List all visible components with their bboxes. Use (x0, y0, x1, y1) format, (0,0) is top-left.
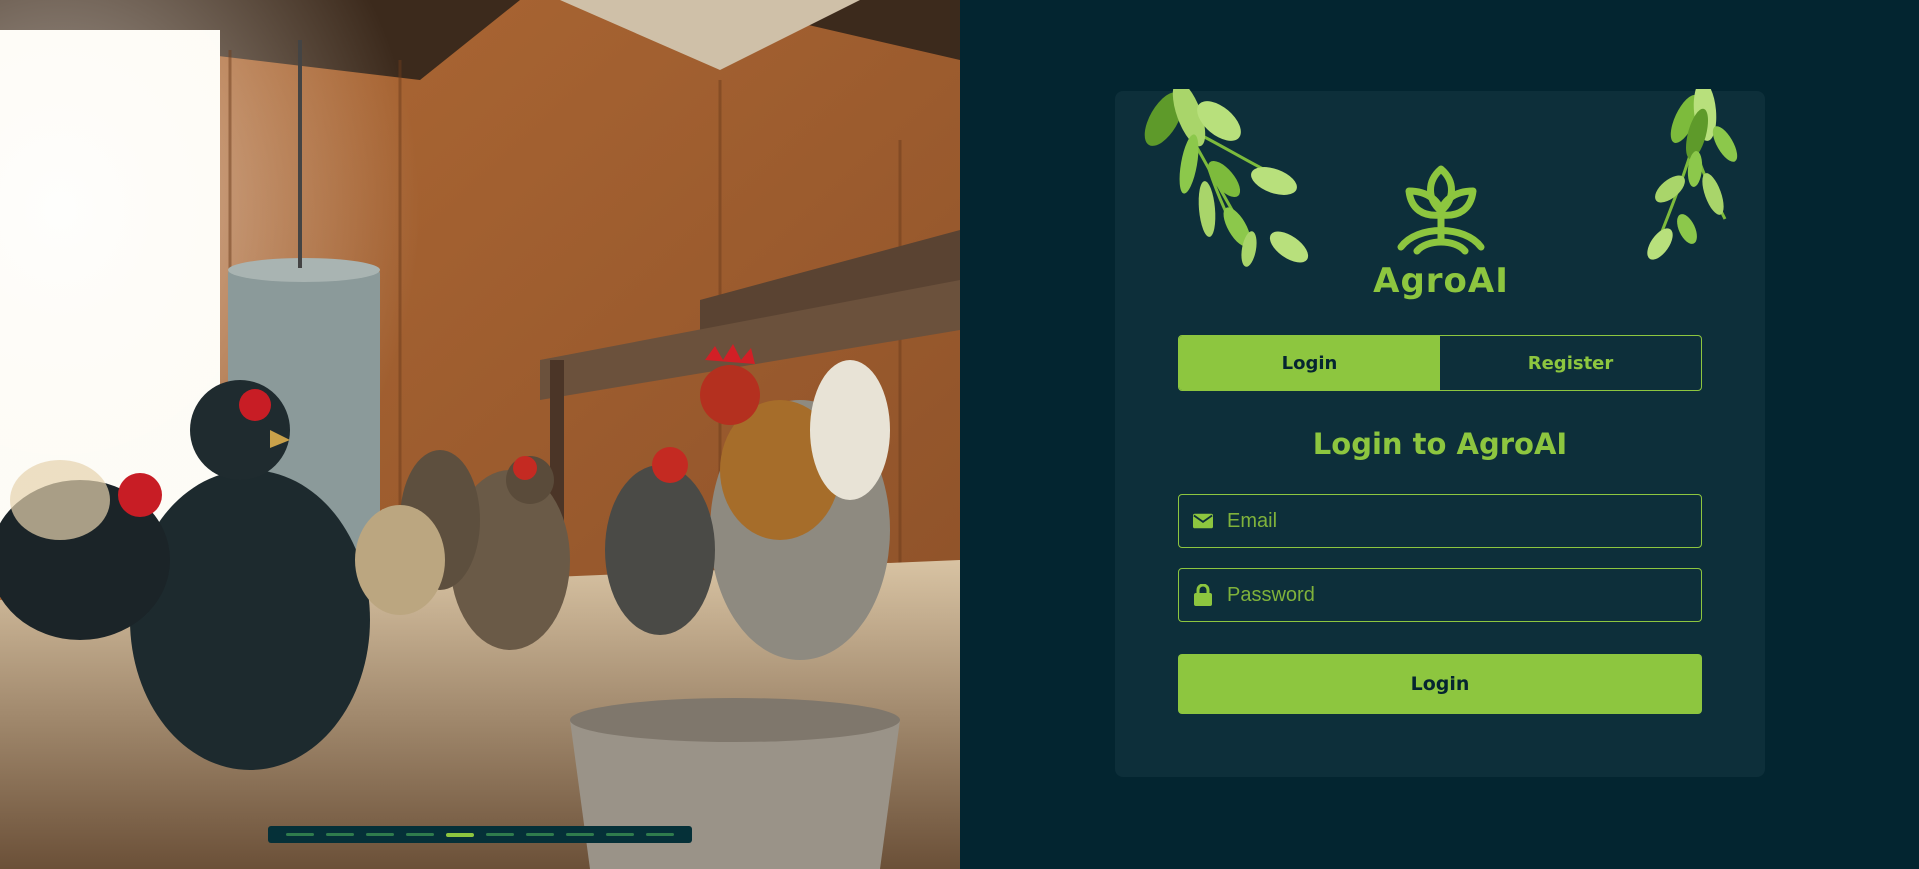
login-card: AgroAI Login Register Login to AgroAI Lo… (1115, 89, 1765, 777)
auth-tabs: Login Register (1178, 335, 1702, 391)
carousel-dot-1[interactable] (286, 833, 314, 836)
password-input[interactable] (1225, 568, 1701, 622)
login-submit-button[interactable]: Login (1178, 654, 1702, 714)
carousel-dot-2[interactable] (326, 833, 354, 836)
lock-icon (1193, 584, 1213, 606)
password-field (1178, 568, 1702, 622)
leaf-branch-decoration (1144, 89, 1309, 267)
form-heading: Login to AgroAI (1312, 427, 1568, 461)
envelope-icon (1193, 511, 1213, 531)
email-field (1178, 494, 1702, 548)
carousel-dot-8[interactable] (566, 833, 594, 836)
tab-login[interactable]: Login (1179, 336, 1440, 390)
carousel-dot-10[interactable] (646, 833, 674, 836)
carousel-dot-4[interactable] (406, 833, 434, 836)
leaf-branch-decoration (1647, 89, 1738, 260)
carousel-dot-3[interactable] (366, 833, 394, 836)
brand-logo (1367, 155, 1515, 269)
barn-chickens-photo (0, 0, 960, 869)
tab-register[interactable]: Register (1440, 336, 1701, 390)
carousel-indicator (268, 826, 692, 843)
carousel-dot-7[interactable] (526, 833, 554, 836)
carousel-dot-6[interactable] (486, 833, 514, 836)
brand-name: AgroAI (1373, 261, 1509, 301)
email-input[interactable] (1225, 494, 1701, 548)
sprout-logo-icon (1397, 165, 1485, 255)
carousel-dot-5[interactable] (446, 832, 474, 837)
hero-image (0, 0, 960, 869)
carousel-dot-9[interactable] (606, 833, 634, 836)
